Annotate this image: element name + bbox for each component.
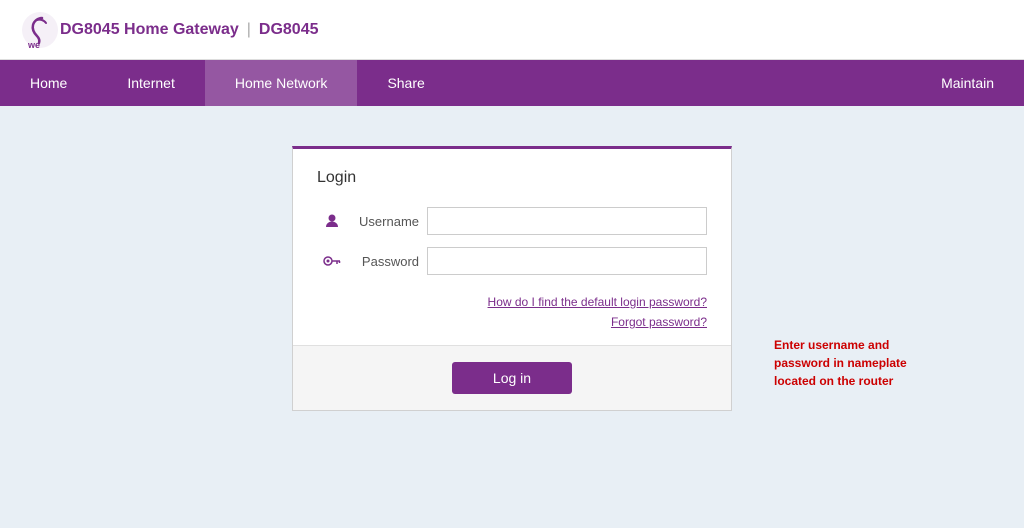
username-label: Username bbox=[347, 214, 427, 229]
logo: we bbox=[20, 10, 60, 50]
nav-item-internet[interactable]: Internet bbox=[97, 60, 204, 106]
login-button[interactable]: Log in bbox=[452, 362, 572, 394]
header: we DG8045 Home Gateway | DG8045 bbox=[0, 0, 1024, 60]
password-input[interactable] bbox=[427, 247, 707, 275]
username-group: Username bbox=[317, 207, 707, 235]
main-content: Login Username Password bbox=[0, 106, 1024, 528]
forgot-link[interactable]: Forgot password? bbox=[317, 315, 707, 329]
help-link[interactable]: How do I find the default login password… bbox=[317, 295, 707, 309]
username-input[interactable] bbox=[427, 207, 707, 235]
header-title: DG8045 Home Gateway bbox=[60, 21, 239, 39]
login-card: Login Username Password bbox=[292, 146, 732, 411]
form-links: How do I find the default login password… bbox=[317, 295, 707, 329]
main-nav: Home Internet Home Network Share Maintai… bbox=[0, 60, 1024, 106]
login-title: Login bbox=[317, 169, 707, 187]
password-group: Password bbox=[317, 247, 707, 275]
password-label: Password bbox=[347, 254, 427, 269]
nav-item-share[interactable]: Share bbox=[357, 60, 454, 106]
header-divider: | bbox=[247, 21, 251, 39]
nav-item-maintain[interactable]: Maintain bbox=[911, 60, 1024, 106]
password-icon bbox=[317, 255, 347, 267]
nav-item-home[interactable]: Home bbox=[0, 60, 97, 106]
header-model: DG8045 bbox=[259, 21, 319, 39]
hint-text: Enter username and password in nameplate… bbox=[774, 336, 934, 390]
we-logo: we bbox=[20, 10, 60, 50]
login-footer: Log in bbox=[293, 345, 731, 410]
user-icon bbox=[317, 213, 347, 229]
nav-item-home-network[interactable]: Home Network bbox=[205, 60, 358, 106]
svg-text:we: we bbox=[27, 40, 40, 50]
